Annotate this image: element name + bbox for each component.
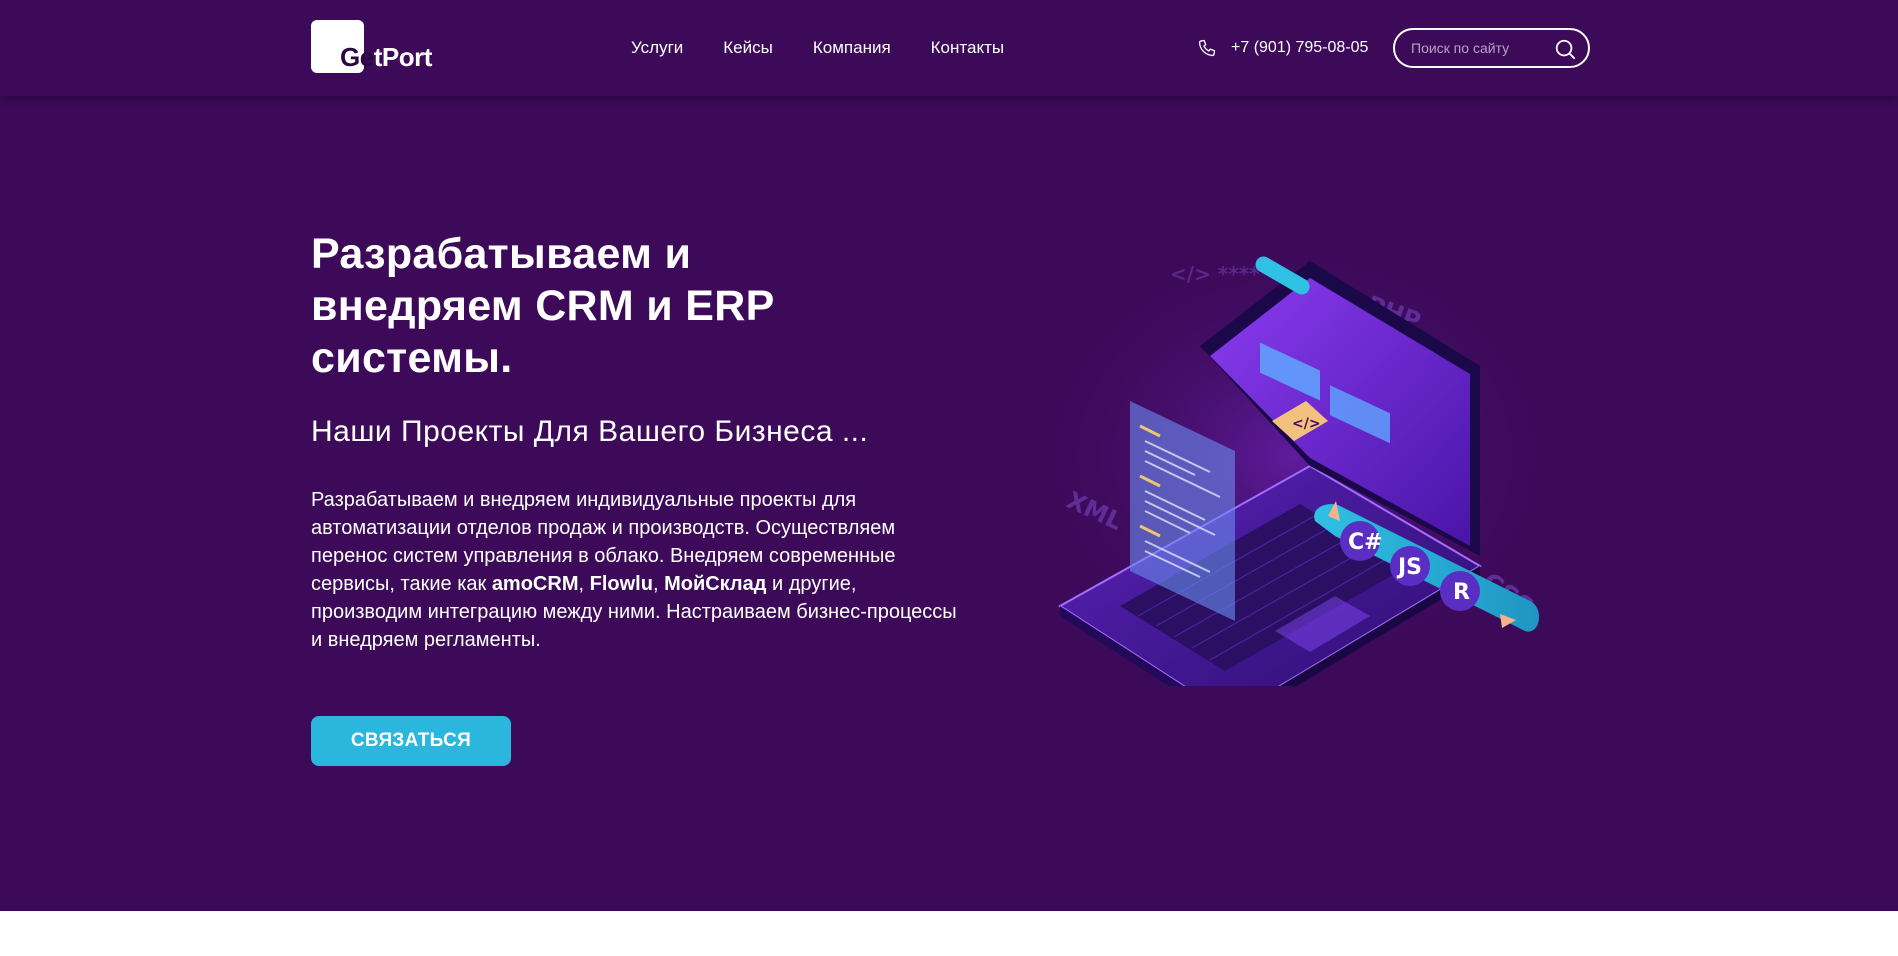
logo[interactable]: GetPort xyxy=(311,20,441,74)
svg-text:</>: </> xyxy=(1292,416,1321,432)
lang-js: JS xyxy=(1396,555,1422,580)
logo-text: GetPort xyxy=(340,42,432,73)
search-input[interactable] xyxy=(1411,38,1551,58)
hero-text-flowlu: Flowlu xyxy=(589,573,653,595)
main-nav: Услуги Кейсы Компания Контакты xyxy=(631,36,1004,60)
illustration-label-sql: SQL xyxy=(1440,684,1490,686)
hero-section: Разрабатываем и внедряем CRM и ERP систе… xyxy=(0,96,1898,911)
hero-text-sep2: , xyxy=(652,573,665,595)
nav-link-services[interactable]: Услуги xyxy=(631,36,683,60)
hero-text-moysklad: МойСклад xyxy=(664,573,767,595)
page: GetPort Услуги Кейсы Компания Контакты +… xyxy=(0,0,1898,956)
site-header: GetPort Услуги Кейсы Компания Контакты +… xyxy=(0,0,1898,96)
nav-link-contacts[interactable]: Контакты xyxy=(931,36,1004,60)
search-box xyxy=(1393,28,1590,68)
logo-text-prefix: G xyxy=(340,42,360,72)
phone-number: +7 (901) 795-08-05 xyxy=(1231,39,1369,56)
logo-text-suffix: tPort xyxy=(373,42,433,72)
logo-text-mid: e xyxy=(359,42,374,72)
hero-text-amocrm: amoCRM xyxy=(491,573,579,595)
hero-text-sep1: , xyxy=(578,573,590,595)
hero-subtitle: Наши Проекты Для Вашего Бизнеса ... xyxy=(311,415,869,448)
illustration-code-glyph: </> **** xyxy=(1170,262,1260,286)
nav-link-company[interactable]: Компания xyxy=(813,36,891,60)
search-icon[interactable] xyxy=(1554,38,1576,60)
nav-link-cases[interactable]: Кейсы xyxy=(723,36,773,60)
lang-r: R xyxy=(1453,580,1470,605)
phone-icon xyxy=(1198,39,1216,57)
hero-description: Разрабатываем и внедряем индивидуальные … xyxy=(311,486,961,654)
laptop-illustration: PHP XML CSS SQL </> **** xyxy=(1025,236,1565,686)
lang-csharp: C# xyxy=(1348,530,1383,555)
hero-title: Разрабатываем и внедряем CRM и ERP систе… xyxy=(311,230,774,382)
phone-contact[interactable]: +7 (901) 795-08-05 xyxy=(1197,36,1368,60)
contact-button[interactable]: СВЯЗАТЬСЯ xyxy=(311,716,511,766)
